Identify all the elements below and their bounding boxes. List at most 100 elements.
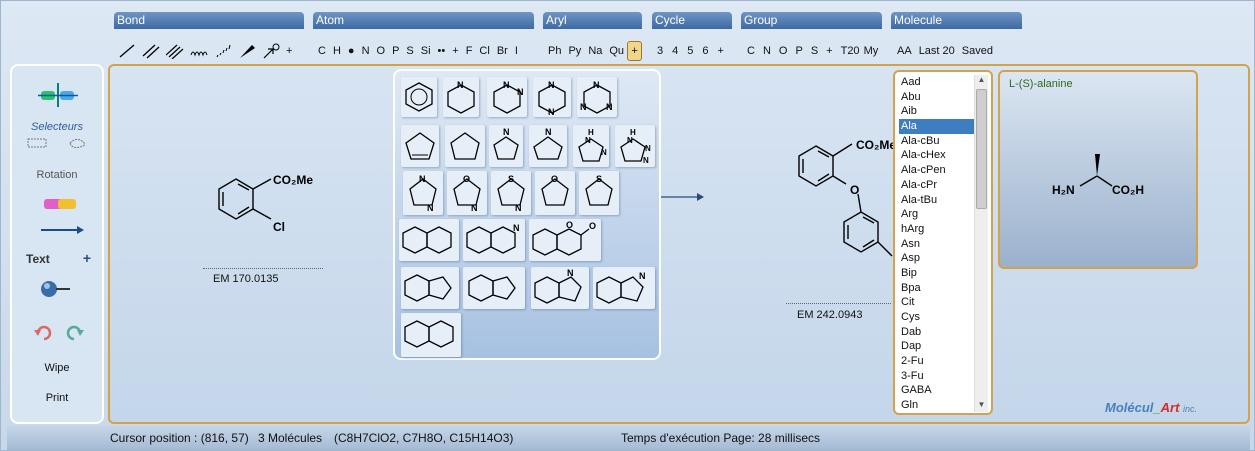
reaction-arrow[interactable] [661, 191, 705, 203]
thiophene-ring-button[interactable]: S [579, 171, 619, 215]
cycle-more-button[interactable]: + [718, 45, 724, 57]
amino-acid-item[interactable]: Ala [899, 119, 974, 134]
cycle-3[interactable]: 3 [657, 45, 663, 57]
indole-ring-button[interactable]: N [531, 267, 589, 309]
indene-ring-button[interactable] [463, 267, 525, 309]
pyrazole-ring-button[interactable]: H N N [573, 125, 609, 167]
benzene-ring-button[interactable] [401, 77, 437, 117]
charge-plus-button[interactable]: + [452, 45, 458, 57]
hashed-bond-icon[interactable] [214, 43, 232, 59]
imidazole-ring-button[interactable]: N N [403, 171, 443, 215]
triple-bond-icon[interactable] [166, 43, 184, 59]
amino-acid-item[interactable]: Bip [899, 266, 974, 281]
atom-Si[interactable]: Si [421, 45, 431, 57]
amino-acid-item[interactable]: 2-Fu [899, 354, 974, 369]
isopyrrole-ring-button[interactable]: N [529, 125, 567, 167]
oxazole-ring-button[interactable]: O N [447, 171, 487, 215]
amino-acid-item[interactable]: Arg [899, 207, 974, 222]
amino-acid-item[interactable]: Ala-cHex [899, 148, 974, 163]
scroll-thumb[interactable] [976, 89, 987, 209]
atom-I[interactable]: I [515, 45, 518, 57]
group-N[interactable]: N [763, 45, 771, 57]
rotation-label[interactable]: Rotation [12, 169, 102, 181]
quinoline-ring-button[interactable]: N [463, 219, 525, 261]
molecule-2[interactable]: CO₂Me O [786, 126, 896, 266]
molecule-last20[interactable]: Last 20 [919, 45, 955, 57]
cyclopentadiene-ring-button[interactable] [401, 125, 439, 167]
undo-redo-icons[interactable] [32, 323, 86, 341]
group-T20[interactable]: T20 [841, 45, 860, 57]
triazine-ring-button[interactable]: N N N [577, 77, 617, 117]
atom-tool-icon[interactable] [38, 279, 72, 299]
amino-acid-item[interactable]: Cit [899, 295, 974, 310]
group-S[interactable]: S [811, 45, 818, 57]
scroll-down-icon[interactable]: ▼ [975, 400, 988, 412]
text-add-button[interactable]: + [80, 250, 94, 266]
group-My[interactable]: My [864, 45, 879, 57]
amino-acid-item[interactable]: Aad [899, 75, 974, 90]
lone-pair-button[interactable]: •• [438, 45, 446, 57]
wipe-button[interactable]: Wipe [12, 362, 102, 374]
tab-aryl[interactable]: Aryl [543, 12, 642, 29]
pyrazine-ring-button[interactable]: N N [533, 77, 571, 117]
selector-tool-icon[interactable] [38, 81, 78, 109]
amino-list-scrollbar[interactable]: ▲ ▼ [974, 75, 988, 412]
aryl-Na[interactable]: Na [588, 45, 602, 57]
aryl-Ph[interactable]: Ph [548, 45, 561, 57]
atom-O[interactable]: O [377, 45, 386, 57]
atom-Br[interactable]: Br [497, 45, 508, 57]
group-C[interactable]: C [747, 45, 755, 57]
amino-acid-item[interactable]: Cys [899, 310, 974, 325]
aryl-Py[interactable]: Py [568, 45, 581, 57]
naphthalene-ring-button[interactable] [399, 219, 459, 261]
double-bond-icon[interactable] [142, 43, 160, 59]
wavy-bond-icon[interactable] [190, 43, 208, 59]
cyclopentene-ring-button[interactable] [445, 125, 485, 167]
atom-Cl[interactable]: Cl [479, 45, 489, 57]
atom-H[interactable]: H [333, 45, 341, 57]
single-bond-icon[interactable] [118, 43, 136, 59]
amino-acid-item[interactable]: Dab [899, 325, 974, 340]
wedge-bond-icon[interactable] [238, 43, 256, 59]
selection-shape-icons[interactable] [26, 137, 92, 149]
amino-acid-item[interactable]: Ala-cPen [899, 163, 974, 178]
triazole-ring-button[interactable]: H N N N [615, 125, 655, 167]
molecule-1[interactable]: CO₂Me Cl [201, 161, 331, 241]
tab-molecule[interactable]: Molecule [891, 12, 1022, 29]
amino-acid-item[interactable]: Dap [899, 339, 974, 354]
atom-P[interactable]: P [392, 45, 399, 57]
arrow-bond-icon[interactable] [262, 43, 280, 59]
atom-N[interactable]: N [362, 45, 370, 57]
atom-C[interactable]: C [318, 45, 326, 57]
pyridine-ring-button[interactable]: N [443, 77, 479, 117]
molecule-AA[interactable]: AA [897, 45, 912, 57]
tab-bond[interactable]: Bond [114, 12, 304, 29]
amino-acid-item[interactable]: hArg [899, 222, 974, 237]
amino-acid-list[interactable]: Aad Abu Aib Ala Ala-cBu Ala-cHex Ala-cPen Ala-c… [893, 70, 993, 415]
radical-button[interactable]: ● [348, 45, 355, 57]
tab-cycle[interactable]: Cycle [652, 12, 732, 29]
thiazole-ring-button[interactable]: S N [491, 171, 531, 215]
amino-acid-item[interactable]: GABA [899, 383, 974, 398]
amino-acid-item[interactable]: Ala-tBu [899, 193, 974, 208]
pyrrole-ring-button[interactable]: N [489, 125, 523, 167]
tetralin-ring-button[interactable] [401, 313, 461, 357]
cycle-5[interactable]: 5 [687, 45, 693, 57]
print-button[interactable]: Print [12, 392, 102, 404]
coumarin-ring-button[interactable]: O O [529, 219, 601, 261]
amino-acid-item[interactable]: Ala-cPr [899, 178, 974, 193]
arrow-tool-icon[interactable] [39, 224, 85, 236]
scroll-up-icon[interactable]: ▲ [975, 75, 988, 87]
eraser-icon[interactable] [42, 196, 78, 212]
isoindole-ring-button[interactable]: N [593, 267, 655, 309]
cycle-6[interactable]: 6 [702, 45, 708, 57]
aryl-more-button[interactable]: + [627, 41, 643, 61]
amino-acid-item[interactable]: Abu [899, 90, 974, 105]
furan-ring-button[interactable]: O [535, 171, 575, 215]
bond-more-button[interactable]: + [286, 45, 292, 57]
pyrimidine-ring-button[interactable]: N N [487, 77, 527, 117]
cycle-4[interactable]: 4 [672, 45, 678, 57]
amino-acid-item[interactable]: Asn [899, 237, 974, 252]
group-P[interactable]: P [795, 45, 802, 57]
tab-group[interactable]: Group [741, 12, 882, 29]
